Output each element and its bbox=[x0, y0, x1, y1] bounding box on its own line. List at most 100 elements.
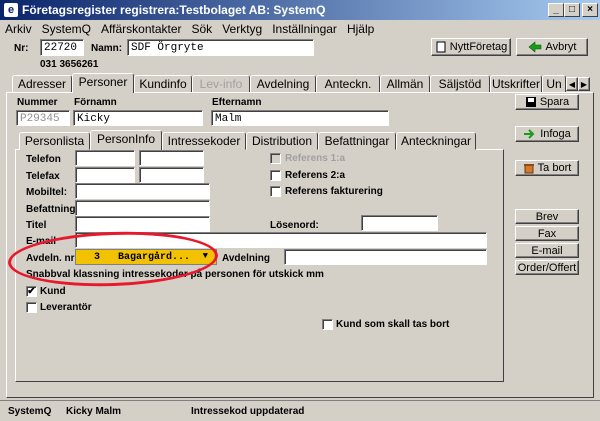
tab-distribution[interactable]: Distribution bbox=[246, 132, 318, 150]
trash-icon bbox=[523, 164, 534, 174]
nr-field[interactable]: 22720 bbox=[40, 39, 84, 56]
tab-personer[interactable]: Personer bbox=[72, 73, 134, 93]
titel-label: Titel bbox=[26, 220, 47, 231]
delete-button[interactable]: Ta bort bbox=[515, 160, 579, 176]
status-message: Intressekod uppdaterad bbox=[191, 405, 305, 417]
mobiltel-label: Mobiltel: bbox=[26, 187, 68, 198]
menu-verktyg[interactable]: Verktyg bbox=[217, 22, 267, 36]
kund-tas-bort-label: Kund som skall tas bort bbox=[336, 319, 450, 330]
referens-fakturering-label: Referens fakturering bbox=[285, 186, 383, 197]
arrow-right-icon: ▶ bbox=[580, 79, 588, 89]
mobiltel-field[interactable] bbox=[75, 183, 210, 199]
losenord-label: Lösenord: bbox=[270, 220, 319, 231]
maximize-button[interactable]: □ bbox=[564, 3, 580, 17]
status-bar: SystemQ Kicky Malm Intressekod uppdatera… bbox=[0, 400, 600, 421]
kund-tas-bort-checkbox[interactable] bbox=[322, 319, 333, 330]
save-label: Spara bbox=[539, 96, 570, 108]
fornamn-field[interactable]: Kicky bbox=[73, 110, 203, 126]
tab-intressekoder[interactable]: Intressekoder bbox=[162, 132, 246, 150]
tab-lev-info: Lev-info bbox=[192, 75, 250, 93]
befattning-label: Befattning bbox=[26, 204, 76, 215]
document-icon bbox=[436, 41, 446, 53]
menu-installningar[interactable]: Inställningar bbox=[267, 22, 342, 36]
tab-anteckn[interactable]: Anteckn. bbox=[316, 75, 380, 93]
kund-label: Kund bbox=[40, 286, 66, 297]
back-arrow-icon bbox=[528, 41, 541, 53]
befattning-field[interactable] bbox=[75, 200, 210, 216]
tab-scroll-left[interactable]: ◀ bbox=[566, 77, 578, 91]
menu-sok[interactable]: Sök bbox=[187, 22, 218, 36]
order-button[interactable]: Order/Offert bbox=[515, 260, 579, 275]
minimize-button[interactable]: _ bbox=[548, 3, 564, 17]
letter-button[interactable]: Brev bbox=[515, 209, 579, 224]
new-company-button[interactable]: NyttFöretag bbox=[431, 38, 511, 56]
delete-label: Ta bort bbox=[537, 162, 572, 174]
avdeln-nr-label: Avdeln. nr bbox=[26, 253, 75, 264]
telefon-field-2[interactable] bbox=[139, 150, 204, 166]
tab-personlista[interactable]: Personlista bbox=[19, 132, 90, 150]
referens1-checkbox bbox=[270, 153, 281, 164]
tab-anteckningar[interactable]: Anteckningar bbox=[396, 132, 476, 150]
leverantor-label: Leverantör bbox=[40, 302, 92, 313]
avdelning-field[interactable] bbox=[284, 249, 487, 265]
insert-arrow-icon bbox=[524, 129, 535, 139]
phone-text: 031 3656261 bbox=[40, 59, 99, 70]
referens-fakturering-checkbox[interactable] bbox=[270, 186, 281, 197]
insert-label: Infoga bbox=[540, 128, 571, 140]
dropdown-arrow-icon: ▼ bbox=[202, 251, 208, 261]
losenord-field[interactable] bbox=[361, 215, 438, 231]
nummer-field[interactable]: P29345 bbox=[16, 110, 70, 126]
namn-field[interactable]: SDF Örgryte bbox=[127, 39, 314, 56]
tab-saljstod[interactable]: Säljstöd bbox=[430, 75, 490, 93]
kund-checkbox[interactable]: ✔ bbox=[26, 286, 37, 297]
efternamn-field[interactable]: Malm bbox=[211, 110, 389, 126]
referens2-label: Referens 2:a bbox=[285, 170, 346, 181]
menu-affarskontakter[interactable]: Affärskontakter bbox=[96, 22, 186, 36]
tab-utskrifter[interactable]: Utskrifter bbox=[490, 75, 542, 93]
app-icon: e bbox=[4, 3, 18, 17]
menu-bar: Arkiv SystemQ Affärskontakter Sök Verkty… bbox=[0, 20, 600, 38]
floppy-disk-icon bbox=[525, 97, 536, 107]
menu-arkiv[interactable]: Arkiv bbox=[0, 22, 37, 36]
nr-label: Nr: bbox=[14, 43, 29, 54]
tab-scroll-right[interactable]: ▶ bbox=[578, 77, 590, 91]
avdeln-dropdown-value: 3 Bagargård... bbox=[94, 251, 191, 263]
telefon-field[interactable] bbox=[75, 150, 135, 166]
cancel-label: Avbryt bbox=[545, 41, 577, 53]
tab-befattningar[interactable]: Befattningar bbox=[318, 132, 396, 150]
tab-adresser[interactable]: Adresser bbox=[12, 75, 72, 93]
telefon-label: Telefon bbox=[26, 154, 61, 165]
telefax-field[interactable] bbox=[75, 167, 135, 183]
namn-label: Namn: bbox=[91, 43, 123, 54]
tab-personinfo[interactable]: PersonInfo bbox=[90, 130, 162, 150]
telefax-field-2[interactable] bbox=[139, 167, 204, 183]
tab-un[interactable]: Un bbox=[542, 75, 566, 93]
title-bar: e Företagsregister registrera:Testbolage… bbox=[0, 0, 600, 20]
new-company-label: NyttFöretag bbox=[449, 41, 508, 53]
fax-button[interactable]: Fax bbox=[515, 226, 579, 241]
tab-allman[interactable]: Allmän bbox=[380, 75, 430, 93]
email-label: E-mail bbox=[26, 236, 57, 247]
arrow-left-icon: ◀ bbox=[568, 79, 576, 89]
menu-hjalp[interactable]: Hjälp bbox=[342, 22, 379, 36]
email-button[interactable]: E-mail bbox=[515, 243, 579, 258]
window-title: Företagsregister registrera:Testbolaget … bbox=[22, 3, 326, 17]
avdelning-label: Avdelning bbox=[222, 253, 270, 264]
snabbval-label: Snabbval klassning intressekoder på pers… bbox=[26, 269, 324, 280]
leverantor-checkbox[interactable] bbox=[26, 302, 37, 313]
tab-avdelning[interactable]: Avdelning bbox=[250, 75, 316, 93]
save-button[interactable]: Spara bbox=[515, 94, 579, 110]
referens2-checkbox[interactable] bbox=[270, 170, 281, 181]
insert-button[interactable]: Infoga bbox=[515, 126, 579, 142]
tab-kundinfo[interactable]: Kundinfo bbox=[134, 75, 192, 93]
menu-systemq[interactable]: SystemQ bbox=[37, 22, 96, 36]
referens1-label: Referens 1:a bbox=[285, 153, 346, 164]
titel-field[interactable] bbox=[75, 216, 210, 232]
close-button[interactable]: × bbox=[582, 3, 598, 17]
status-app: SystemQ bbox=[8, 405, 52, 417]
status-user: Kicky Malm bbox=[66, 405, 122, 417]
avdeln-dropdown[interactable]: 3 Bagargård... ▼ bbox=[75, 249, 217, 265]
email-field[interactable] bbox=[75, 232, 487, 248]
telefax-label: Telefax bbox=[26, 171, 60, 182]
cancel-button[interactable]: Avbryt bbox=[516, 38, 588, 56]
